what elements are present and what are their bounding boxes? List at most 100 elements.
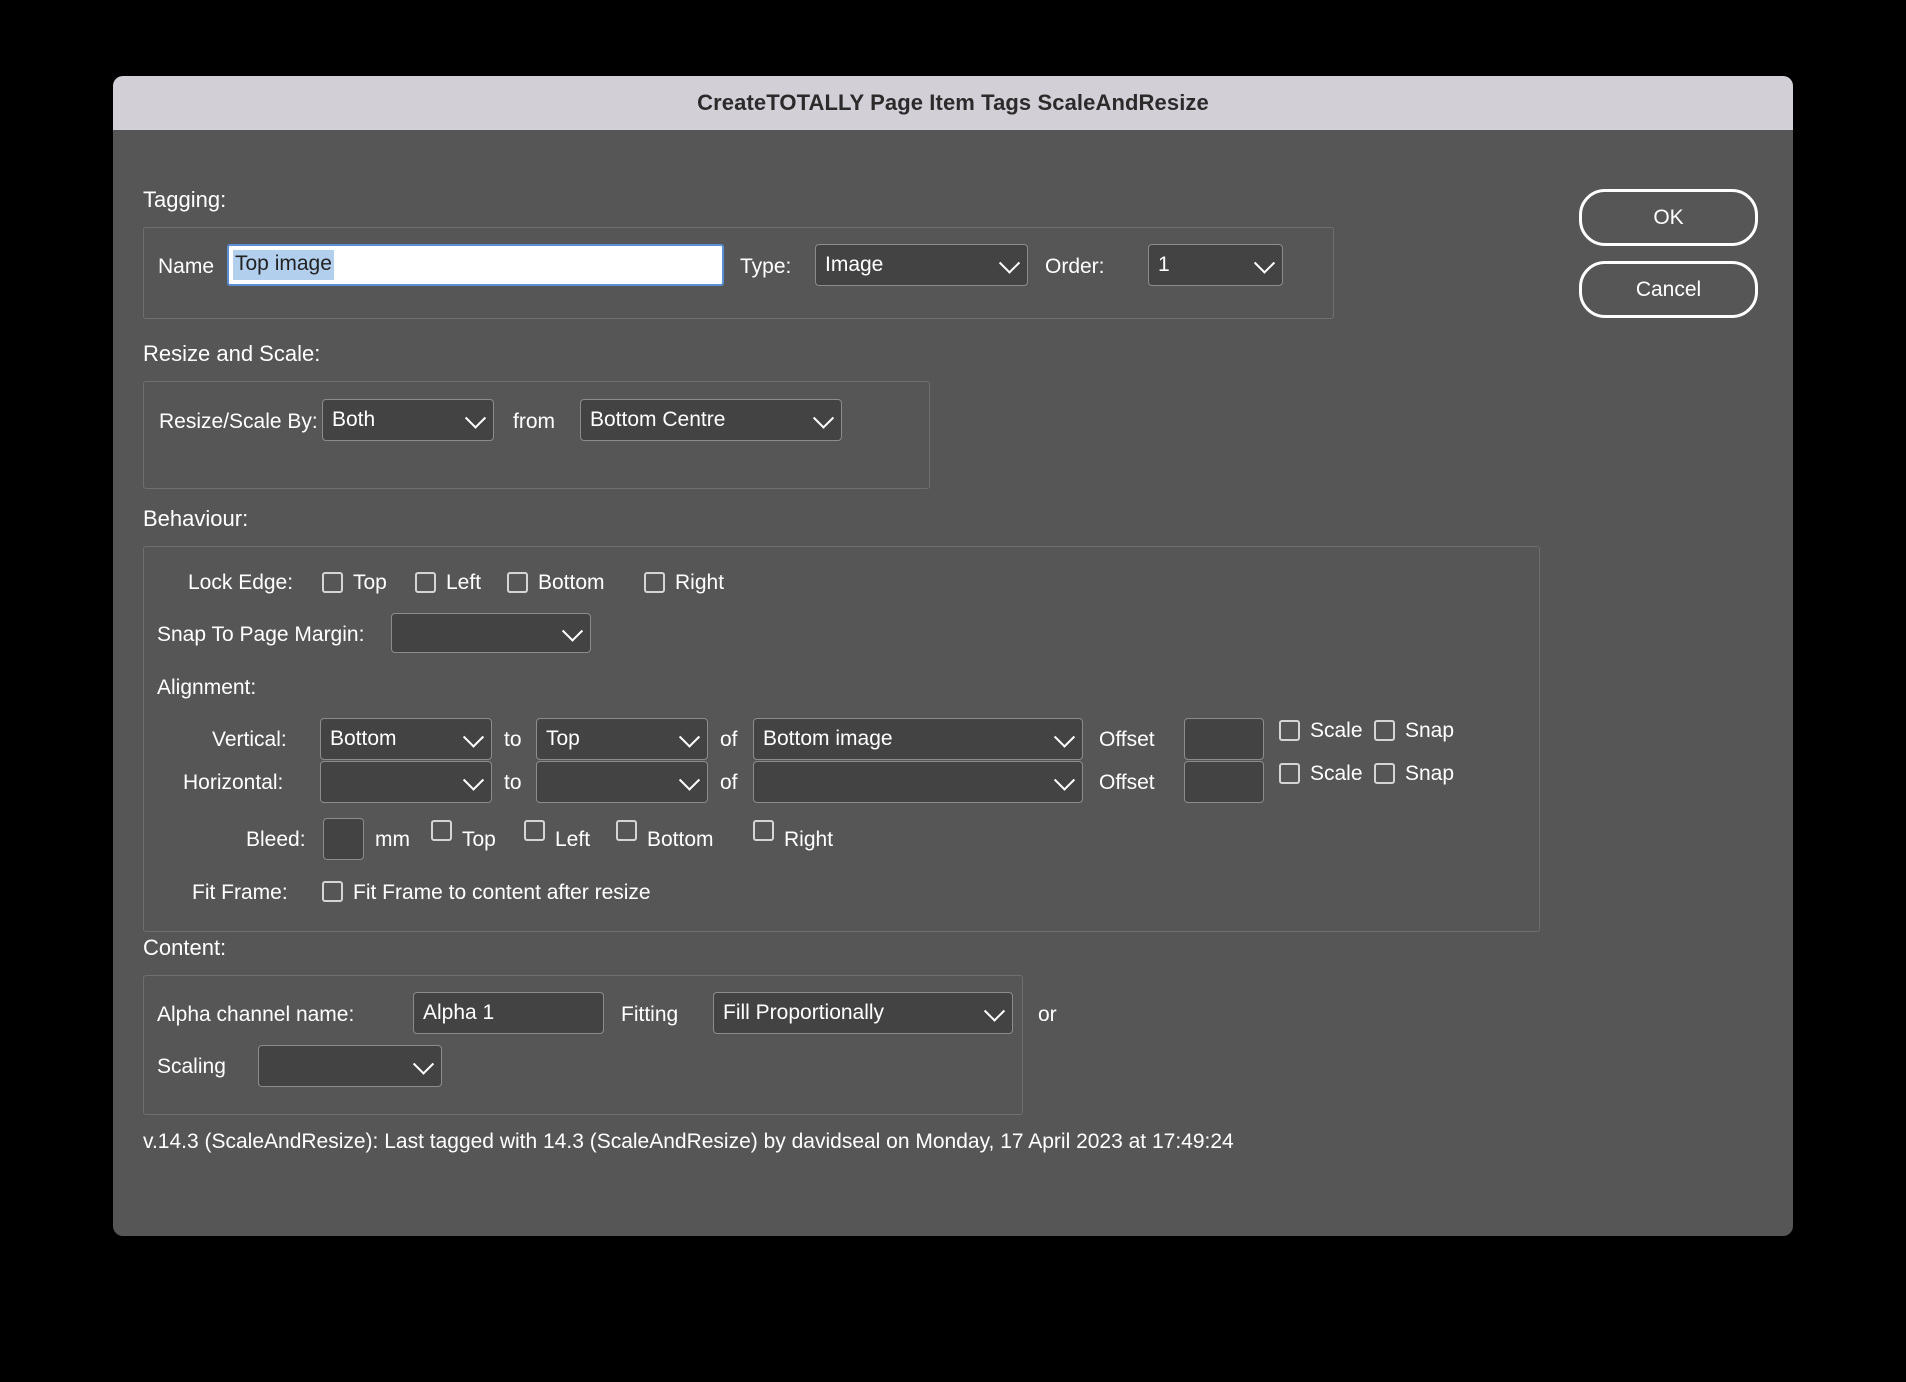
alignment-horizontal-of-label: of <box>720 771 738 794</box>
alignment-vertical-to-select[interactable]: Top <box>536 718 708 760</box>
window-title: CreateTOTALLY Page Item Tags ScaleAndRes… <box>697 90 1209 115</box>
alignment-vertical-snap-label: Snap <box>1405 719 1455 742</box>
resize-scale-by-value: Both <box>332 408 376 431</box>
alignment-vertical-from-select[interactable]: Bottom <box>320 718 492 760</box>
name-label: Name <box>158 255 215 278</box>
version-footer-text: v.14.3 (ScaleAndResize): Last tagged wit… <box>143 1130 1234 1153</box>
fit-frame-text: Fit Frame to content after resize <box>353 881 651 904</box>
chevron-down-icon <box>561 620 584 642</box>
lock-edge-left-label: Left <box>446 571 482 594</box>
snap-page-margin-select[interactable] <box>391 613 591 653</box>
chevron-down-icon <box>462 726 485 748</box>
alignment-label: Alignment: <box>157 676 257 699</box>
alignment-vertical-of-label: of <box>720 728 738 751</box>
alignment-horizontal-offset-label: Offset <box>1099 771 1155 794</box>
chevron-down-icon <box>678 726 701 748</box>
name-input[interactable]: Top image <box>227 244 724 286</box>
alpha-channel-label: Alpha channel name: <box>157 1003 355 1026</box>
chevron-down-icon <box>1253 252 1276 274</box>
alignment-vertical-to-label: to <box>504 728 522 751</box>
resize-from-label: from <box>513 410 555 433</box>
alignment-vertical-offset-input[interactable] <box>1184 718 1264 760</box>
behaviour-heading: Behaviour: <box>143 506 249 531</box>
chevron-down-icon <box>464 407 487 429</box>
alignment-vertical-snap-checkbox[interactable] <box>1374 720 1395 741</box>
alignment-vertical-offset-label: Offset <box>1099 728 1155 751</box>
alignment-horizontal-scale-checkbox[interactable] <box>1279 763 1300 784</box>
chevron-down-icon <box>412 1053 435 1075</box>
chevron-down-icon <box>1053 769 1076 791</box>
resize-from-select[interactable]: Bottom Centre <box>580 399 842 441</box>
order-select-value: 1 <box>1158 253 1170 276</box>
chevron-down-icon <box>812 407 835 429</box>
fitting-or-label: or <box>1038 1003 1057 1026</box>
lock-edge-right-label: Right <box>675 571 725 594</box>
chevron-down-icon <box>1053 726 1076 748</box>
lock-edge-left-checkbox[interactable] <box>415 572 436 593</box>
alignment-vertical-of-select[interactable]: Bottom image <box>753 718 1083 760</box>
fitting-label: Fitting <box>621 1003 679 1026</box>
chevron-down-icon <box>998 252 1021 274</box>
titlebar: CreateTOTALLY Page Item Tags ScaleAndRes… <box>113 76 1793 130</box>
fit-frame-checkbox[interactable] <box>322 881 343 902</box>
bleed-top-checkbox[interactable] <box>431 820 452 841</box>
ok-button[interactable]: OK <box>1579 189 1758 246</box>
bleed-top-label: Top <box>462 828 496 851</box>
dialog-window: CreateTOTALLY Page Item Tags ScaleAndRes… <box>113 76 1793 1236</box>
alignment-vertical-label: Vertical: <box>212 728 287 751</box>
bleed-right-checkbox[interactable] <box>753 820 774 841</box>
bleed-left-label: Left <box>555 828 591 851</box>
bleed-right-label: Right <box>784 828 834 851</box>
dialog-body: OK Cancel Tagging: Name Top image Type: … <box>113 130 1793 1236</box>
lock-edge-label: Lock Edge: <box>188 571 294 594</box>
alignment-horizontal-offset-input[interactable] <box>1184 761 1264 803</box>
bleed-left-checkbox[interactable] <box>524 820 545 841</box>
alignment-horizontal-label: Horizontal: <box>183 771 284 794</box>
lock-edge-top-checkbox[interactable] <box>322 572 343 593</box>
content-heading: Content: <box>143 935 227 960</box>
alignment-horizontal-to-label: to <box>504 771 522 794</box>
alpha-channel-input[interactable]: Alpha 1 <box>413 992 604 1034</box>
bleed-label: Bleed: <box>246 828 306 851</box>
lock-edge-top-label: Top <box>353 571 387 594</box>
order-label: Order: <box>1045 255 1105 278</box>
alignment-vertical-to-value: Top <box>546 727 580 750</box>
order-select[interactable]: 1 <box>1148 244 1283 286</box>
type-label: Type: <box>740 255 792 278</box>
resize-scale-by-label: Resize/Scale By: <box>159 410 318 433</box>
type-select[interactable]: Image <box>815 244 1028 286</box>
fitting-value: Fill Proportionally <box>723 1001 885 1024</box>
resize-from-value: Bottom Centre <box>590 408 726 431</box>
alignment-horizontal-to-select[interactable] <box>536 761 708 803</box>
chevron-down-icon <box>462 769 485 791</box>
lock-edge-bottom-checkbox[interactable] <box>507 572 528 593</box>
alignment-horizontal-scale-label: Scale <box>1310 762 1363 785</box>
fitting-select[interactable]: Fill Proportionally <box>713 992 1013 1034</box>
alignment-vertical-scale-label: Scale <box>1310 719 1363 742</box>
lock-edge-right-checkbox[interactable] <box>644 572 665 593</box>
bleed-input[interactable] <box>323 818 364 860</box>
alignment-horizontal-from-select[interactable] <box>320 761 492 803</box>
bleed-bottom-label: Bottom <box>647 828 714 851</box>
tagging-heading: Tagging: <box>143 187 227 212</box>
scaling-label: Scaling <box>157 1055 226 1078</box>
resize-scale-by-select[interactable]: Both <box>322 399 494 441</box>
alignment-horizontal-snap-label: Snap <box>1405 762 1455 785</box>
alignment-horizontal-of-select[interactable] <box>753 761 1083 803</box>
alignment-vertical-from-value: Bottom <box>330 727 397 750</box>
resize-scale-heading: Resize and Scale: <box>143 341 321 366</box>
alignment-vertical-scale-checkbox[interactable] <box>1279 720 1300 741</box>
alignment-horizontal-snap-checkbox[interactable] <box>1374 763 1395 784</box>
bleed-unit-label: mm <box>375 828 410 851</box>
fit-frame-label: Fit Frame: <box>192 881 288 904</box>
alpha-channel-value: Alpha 1 <box>423 1001 495 1024</box>
type-select-value: Image <box>825 253 884 276</box>
chevron-down-icon <box>983 1000 1006 1022</box>
scaling-select[interactable] <box>258 1045 442 1087</box>
alignment-vertical-of-value: Bottom image <box>763 727 893 750</box>
chevron-down-icon <box>678 769 701 791</box>
snap-page-margin-label: Snap To Page Margin: <box>157 623 365 646</box>
lock-edge-bottom-label: Bottom <box>538 571 605 594</box>
cancel-button[interactable]: Cancel <box>1579 261 1758 318</box>
bleed-bottom-checkbox[interactable] <box>616 820 637 841</box>
